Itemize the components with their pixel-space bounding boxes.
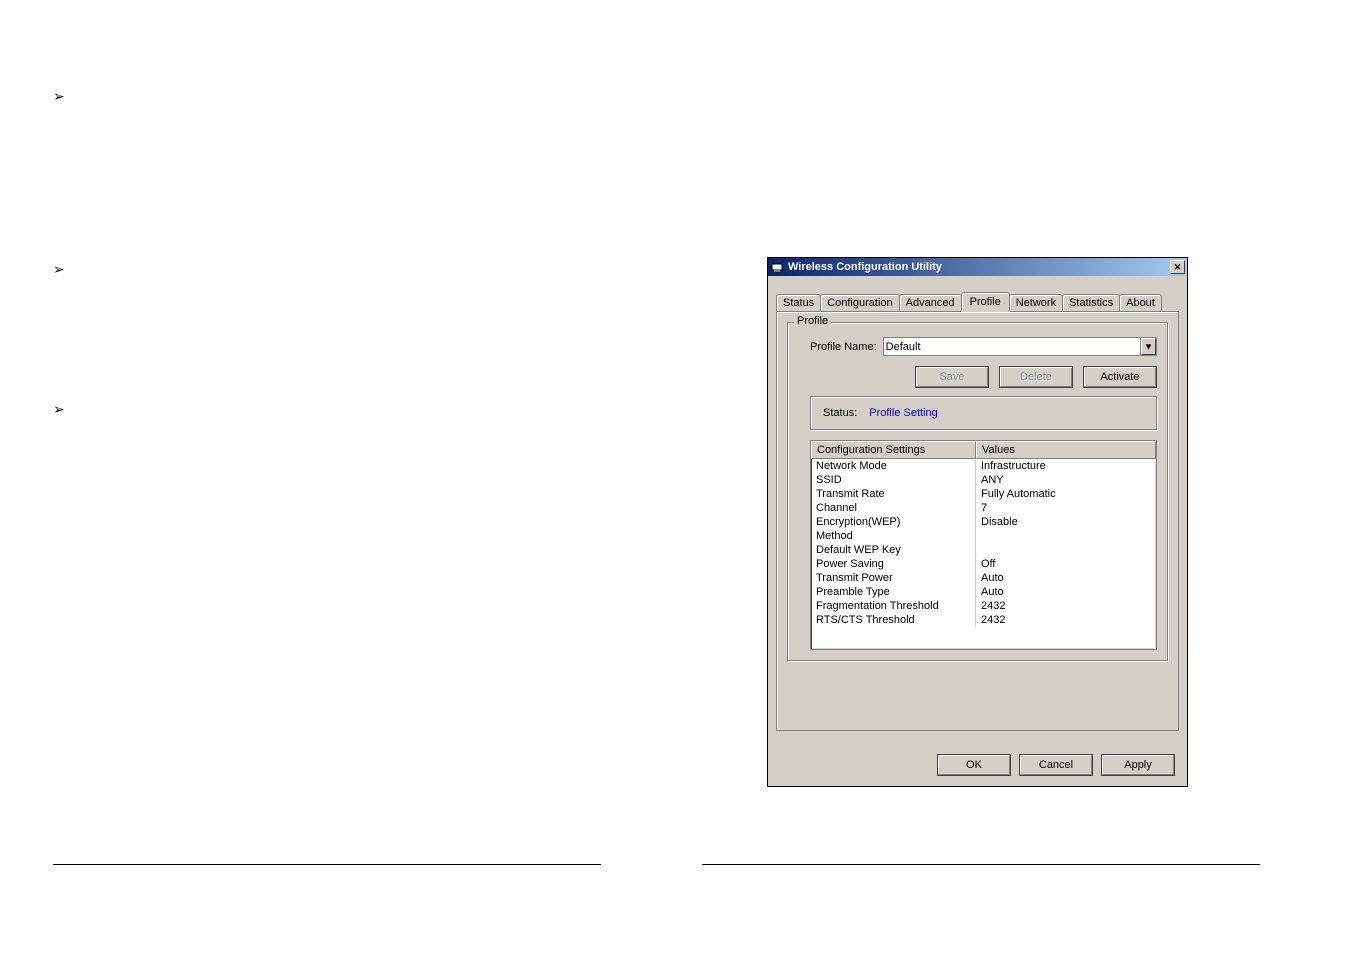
apply-button[interactable]: Apply (1101, 754, 1175, 776)
setting-name: RTS/CTS Threshold (811, 613, 976, 627)
group-legend: Profile (794, 315, 831, 327)
setting-name: Network Mode (811, 459, 976, 473)
tab-network[interactable]: Network (1009, 294, 1063, 311)
setting-value: ANY (976, 473, 1156, 487)
settings-listview[interactable]: Configuration Settings Values Network Mo… (810, 440, 1157, 650)
setting-name: Method (811, 529, 976, 543)
table-row[interactable]: Default WEP Key (811, 543, 1156, 557)
setting-value: Off (976, 557, 1156, 571)
table-row[interactable]: Preamble TypeAuto (811, 585, 1156, 599)
setting-value: Disable (976, 515, 1156, 529)
status-value: Profile Setting (869, 407, 937, 419)
setting-value: Auto (976, 571, 1156, 585)
setting-name: Fragmentation Threshold (811, 599, 976, 613)
table-row[interactable]: Fragmentation Threshold2432 (811, 599, 1156, 613)
status-box: Status: Profile Setting (810, 396, 1157, 430)
table-row[interactable]: SSIDANY (811, 473, 1156, 487)
setting-name: Encryption(WEP) (811, 515, 976, 529)
tab-status[interactable]: Status (776, 294, 821, 311)
setting-value: 2432 (976, 599, 1156, 613)
column-header-settings[interactable]: Configuration Settings (811, 441, 976, 459)
setting-value (976, 543, 1156, 557)
status-label: Status: (823, 407, 857, 419)
chevron-down-icon: ▾ (1146, 340, 1152, 353)
setting-value: Fully Automatic (976, 487, 1156, 501)
table-row[interactable]: Transmit RateFully Automatic (811, 487, 1156, 501)
profile-name-combo[interactable]: ▾ (883, 337, 1157, 356)
tab-about[interactable]: About (1119, 294, 1162, 311)
ok-button[interactable]: OK (937, 754, 1011, 776)
tab-profile[interactable]: Profile (961, 292, 1010, 312)
profile-name-label: Profile Name: (810, 341, 877, 353)
close-icon: ✕ (1174, 262, 1182, 273)
profile-group: Profile Profile Name: ▾ Save Delete Acti… (787, 322, 1168, 661)
bullet-icon: ➢ (53, 261, 65, 278)
setting-name: Default WEP Key (811, 543, 976, 557)
table-row[interactable]: Method (811, 529, 1156, 543)
setting-value: Infrastructure (976, 459, 1156, 473)
close-button[interactable]: ✕ (1170, 260, 1185, 274)
listview-header: Configuration Settings Values (811, 441, 1156, 459)
setting-name: Preamble Type (811, 585, 976, 599)
tabstrip: Status Configuration Advanced Profile Ne… (776, 292, 1179, 311)
table-row[interactable]: Transmit PowerAuto (811, 571, 1156, 585)
table-row[interactable]: RTS/CTS Threshold2432 (811, 613, 1156, 627)
dropdown-button[interactable]: ▾ (1140, 338, 1156, 355)
setting-name: Power Saving (811, 557, 976, 571)
setting-name: Transmit Rate (811, 487, 976, 501)
setting-value (976, 529, 1156, 543)
dialog-body: Status Configuration Advanced Profile Ne… (768, 276, 1187, 786)
setting-name: Channel (811, 501, 976, 515)
table-row[interactable]: Power SavingOff (811, 557, 1156, 571)
divider (53, 864, 601, 865)
setting-value: 7 (976, 501, 1156, 515)
profile-name-input[interactable] (884, 338, 1140, 355)
setting-name: SSID (811, 473, 976, 487)
table-row[interactable]: Network ModeInfrastructure (811, 459, 1156, 473)
tab-panel: Profile Profile Name: ▾ Save Delete Acti… (776, 311, 1179, 731)
tab-configuration[interactable]: Configuration (820, 294, 899, 311)
divider (702, 864, 1260, 865)
save-button[interactable]: Save (915, 366, 989, 388)
app-icon (770, 260, 784, 274)
delete-button[interactable]: Delete (999, 366, 1073, 388)
tab-statistics[interactable]: Statistics (1062, 294, 1120, 311)
setting-name: Transmit Power (811, 571, 976, 585)
table-row[interactable]: Channel7 (811, 501, 1156, 515)
window-title: Wireless Configuration Utility (788, 261, 1170, 273)
setting-value: Auto (976, 585, 1156, 599)
activate-button[interactable]: Activate (1083, 366, 1157, 388)
table-row[interactable]: Encryption(WEP)Disable (811, 515, 1156, 529)
column-header-values[interactable]: Values (976, 441, 1156, 459)
bullet-icon: ➢ (53, 88, 65, 105)
cancel-button[interactable]: Cancel (1019, 754, 1093, 776)
listview-body: Network ModeInfrastructureSSIDANYTransmi… (811, 459, 1156, 627)
titlebar: Wireless Configuration Utility ✕ (768, 258, 1187, 276)
setting-value: 2432 (976, 613, 1156, 627)
tab-advanced[interactable]: Advanced (899, 294, 962, 311)
dialog-buttons: OK Cancel Apply (937, 754, 1175, 776)
dialog-window: Wireless Configuration Utility ✕ Status … (767, 257, 1188, 787)
bullet-icon: ➢ (53, 401, 65, 418)
